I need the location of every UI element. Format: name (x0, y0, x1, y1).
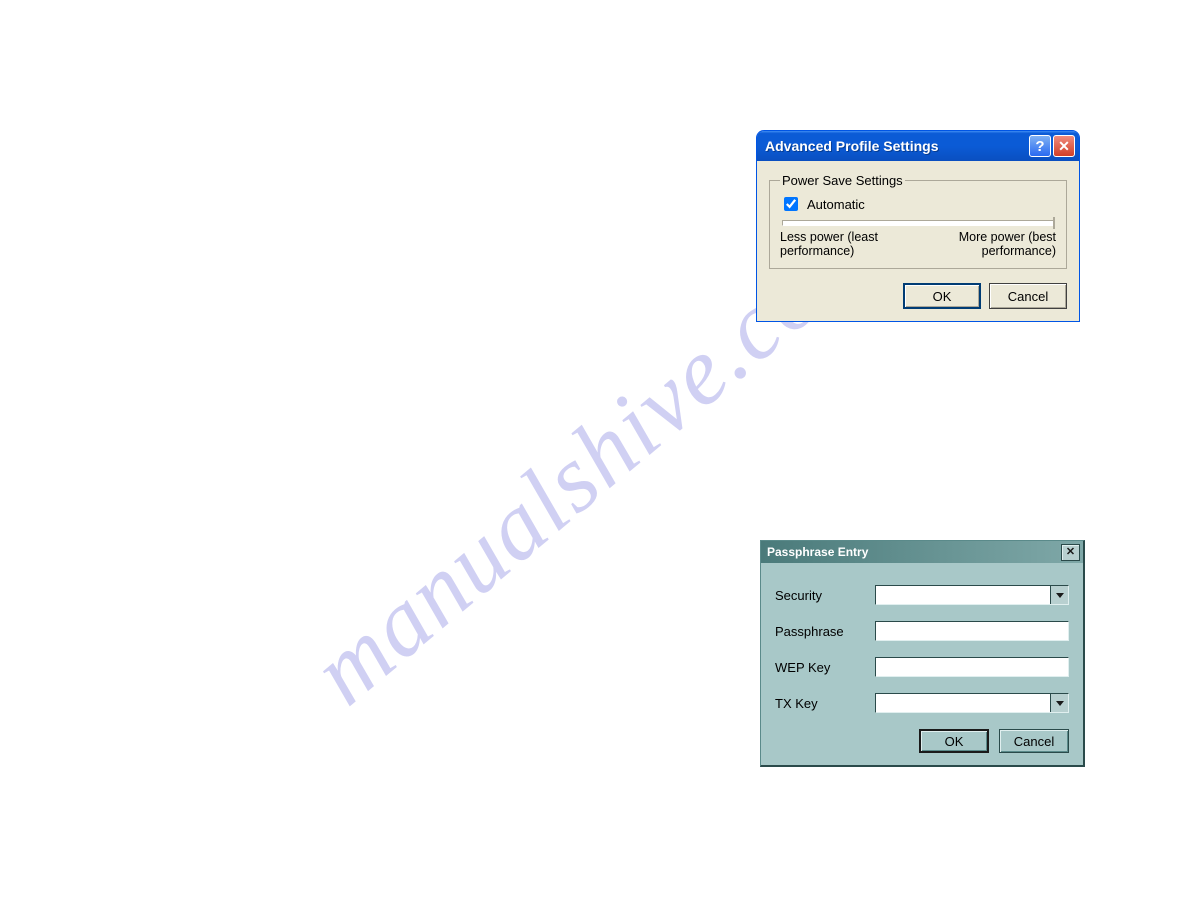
dialog-body: Power Save Settings Automatic Less power… (757, 161, 1079, 321)
slider-left-line2: performance) (780, 244, 854, 258)
chevron-down-icon (1050, 586, 1068, 604)
power-slider[interactable] (782, 220, 1054, 226)
chevron-down-icon (1050, 694, 1068, 712)
slider-label-left: Less power (least performance) (780, 230, 878, 258)
button-row: OK Cancel (775, 729, 1069, 753)
cancel-button[interactable]: Cancel (989, 283, 1067, 309)
slider-notch (1053, 217, 1055, 229)
titlebar[interactable]: Passphrase Entry ✕ (761, 541, 1083, 563)
ok-button[interactable]: OK (903, 283, 981, 309)
slider-label-right: More power (best performance) (959, 230, 1056, 258)
passphrase-label: Passphrase (775, 624, 875, 639)
dialog-body: Security Passphrase WEP Key (761, 563, 1083, 765)
close-button[interactable]: ✕ (1053, 135, 1075, 157)
slider-labels: Less power (least performance) More powe… (780, 230, 1056, 258)
help-button[interactable]: ? (1029, 135, 1051, 157)
close-icon: ✕ (1058, 139, 1070, 153)
advanced-profile-settings-dialog: Advanced Profile Settings ? ✕ Power Save… (756, 130, 1080, 322)
passphrase-input[interactable] (875, 621, 1069, 641)
titlebar[interactable]: Advanced Profile Settings ? ✕ (757, 131, 1079, 161)
tx-key-row: TX Key (775, 693, 1069, 713)
dialog-title: Passphrase Entry (767, 545, 1061, 559)
help-icon: ? (1035, 138, 1044, 155)
security-combobox[interactable] (875, 585, 1069, 605)
groupbox-legend: Power Save Settings (780, 173, 905, 188)
security-value (876, 586, 1050, 604)
slider-right-line1: More power (best (959, 230, 1056, 244)
dialog-title: Advanced Profile Settings (765, 138, 1027, 154)
security-row: Security (775, 585, 1069, 605)
automatic-label: Automatic (807, 197, 865, 212)
security-label: Security (775, 588, 875, 603)
power-save-groupbox: Power Save Settings Automatic Less power… (769, 173, 1067, 269)
wep-key-row: WEP Key (775, 657, 1069, 677)
wep-key-input[interactable] (875, 657, 1069, 677)
tx-key-label: TX Key (775, 696, 875, 711)
tx-key-value (876, 694, 1050, 712)
slider-right-line2: performance) (982, 244, 1056, 258)
passphrase-entry-dialog: Passphrase Entry ✕ Security Passphrase (760, 540, 1085, 767)
ok-button[interactable]: OK (919, 729, 989, 753)
passphrase-row: Passphrase (775, 621, 1069, 641)
slider-left-line1: Less power (least (780, 230, 878, 244)
tx-key-combobox[interactable] (875, 693, 1069, 713)
close-button[interactable]: ✕ (1061, 544, 1080, 561)
cancel-button[interactable]: Cancel (999, 729, 1069, 753)
automatic-checkbox-row[interactable]: Automatic (780, 194, 1056, 214)
automatic-checkbox[interactable] (784, 197, 798, 211)
button-row: OK Cancel (769, 283, 1067, 309)
close-icon: ✕ (1066, 547, 1075, 558)
wep-key-label: WEP Key (775, 660, 875, 675)
